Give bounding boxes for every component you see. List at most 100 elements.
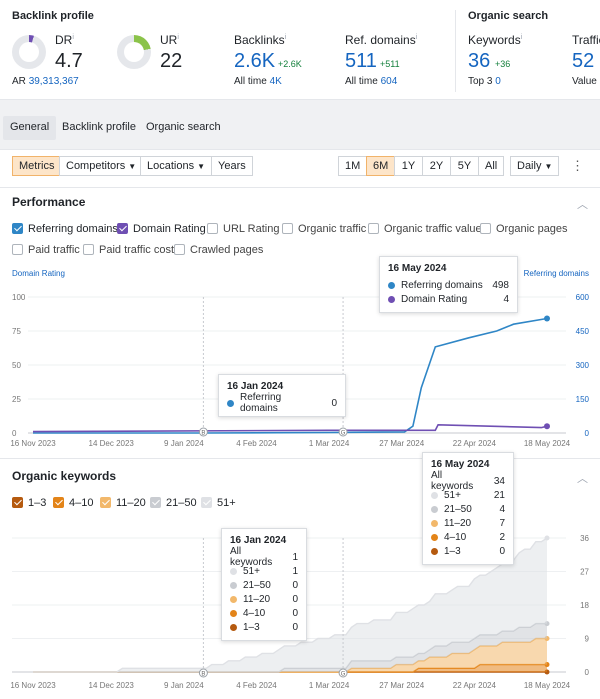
checkbox-icon xyxy=(117,223,128,234)
series-line-domain-rating xyxy=(32,423,548,433)
tab-general[interactable]: General xyxy=(3,116,57,140)
competitors-button[interactable]: Competitors ▼ xyxy=(59,156,144,176)
refdomains-delta: +511 xyxy=(380,59,400,69)
legend-4-10[interactable]: 4–10 xyxy=(53,497,93,511)
right-tick-label: 300 xyxy=(576,361,590,370)
series-dot-icon xyxy=(230,609,237,617)
tooltip-date: 16 May 2024 xyxy=(431,459,490,470)
interval-select[interactable]: Daily ▼ xyxy=(510,156,560,176)
tab-organic-search[interactable]: Organic search xyxy=(139,116,228,140)
checkbox-crawled-pages[interactable]: Crawled pages xyxy=(174,244,263,258)
ur-ring xyxy=(117,35,151,69)
x-tick-label: 16 Nov 2023 xyxy=(10,439,56,448)
ar-value[interactable]: 39,313,367 xyxy=(29,76,79,87)
backlinks-delta: +2.6K xyxy=(278,59,302,69)
checkbox-paid-traffic-cost[interactable]: Paid traffic cost xyxy=(83,244,174,258)
checkbox-organic-pages[interactable]: Organic pages xyxy=(480,223,568,237)
checkbox-organic-traffic-value[interactable]: Organic traffic value xyxy=(368,223,482,237)
right-tick-label: 18 xyxy=(580,601,589,610)
checkbox-icon xyxy=(150,497,161,508)
chevron-down-icon: ▼ xyxy=(197,162,206,171)
series-dot-icon xyxy=(431,533,438,541)
left-tick-label: 50 xyxy=(12,361,21,370)
backlinks-alltime: All time 4K xyxy=(234,76,282,87)
years-button[interactable]: Years xyxy=(211,156,253,176)
value-label: Value xyxy=(572,76,597,87)
metrics-button[interactable]: Metrics xyxy=(12,156,62,176)
checkbox-icon xyxy=(282,223,293,234)
keywords-delta: +36 xyxy=(495,59,511,69)
tooltip-row: Referring domains 498 xyxy=(388,278,509,292)
left-axis-title: Domain Rating xyxy=(12,269,65,278)
range-1m-button[interactable]: 1M xyxy=(338,156,367,176)
checkbox-paid-traffic[interactable]: Paid traffic xyxy=(12,244,80,258)
legend-51-plus[interactable]: 51+ xyxy=(201,497,236,511)
collapse-performance-icon[interactable]: ︿ xyxy=(577,196,588,212)
traffic-value[interactable]: 52 xyxy=(572,50,594,73)
checkbox-url-rating[interactable]: URL Rating xyxy=(207,223,279,237)
right-tick-label: 27 xyxy=(580,568,589,577)
tooltip-date: 16 Jan 2024 xyxy=(230,535,287,546)
annotation-label: G xyxy=(341,672,346,678)
report-tabs: General Backlink profile Organic search xyxy=(0,100,600,150)
backlinks-value[interactable]: 2.6K xyxy=(234,50,275,73)
tooltip-date: 16 May 2024 xyxy=(388,263,447,274)
range-1y-button[interactable]: 1Y xyxy=(394,156,423,176)
ur-label[interactable]: URi xyxy=(160,33,179,47)
annotation-label: B xyxy=(201,672,205,678)
keywords-value[interactable]: 36 xyxy=(468,50,490,73)
series-dot-icon xyxy=(431,505,438,513)
series-dot-icon xyxy=(431,519,438,527)
locations-button[interactable]: Locations ▼ xyxy=(140,156,213,176)
traffic-label[interactable]: Traffic xyxy=(572,33,600,47)
checkbox-icon xyxy=(480,223,491,234)
checkbox-icon xyxy=(12,244,23,255)
series-dot-icon xyxy=(230,623,237,631)
tooltip-row: 11–20 0 xyxy=(230,592,298,606)
right-tick-label: 150 xyxy=(576,395,590,404)
refdomains-value[interactable]: 511 xyxy=(345,50,377,73)
dr-value: 4.7 xyxy=(55,50,83,72)
checkbox-icon xyxy=(100,497,111,508)
ar-row: AR 39,313,367 xyxy=(12,76,79,87)
dr-label[interactable]: DRi xyxy=(55,33,74,47)
tab-backlink-profile[interactable]: Backlink profile xyxy=(55,116,143,140)
more-options-icon[interactable]: ⋮ xyxy=(571,158,584,174)
right-tick-label: 450 xyxy=(576,327,590,336)
checkbox-referring-domains[interactable]: Referring domains xyxy=(12,223,118,237)
right-tick-label: 9 xyxy=(585,635,590,644)
x-tick-label: 27 Mar 2024 xyxy=(379,681,424,690)
checkbox-icon xyxy=(174,244,185,255)
annotation-label: B xyxy=(201,431,205,437)
backlinks-label[interactable]: Backlinksi xyxy=(234,33,286,47)
x-tick-label: 4 Feb 2024 xyxy=(236,439,277,448)
x-tick-label: 18 May 2024 xyxy=(524,681,571,690)
keywords-label[interactable]: Keywordsi xyxy=(468,33,522,47)
legend-21-50[interactable]: 21–50 xyxy=(150,497,197,511)
legend-11-20[interactable]: 11–20 xyxy=(100,497,146,511)
legend-1-3[interactable]: 1–3 xyxy=(12,497,46,511)
top3-row: Top 3 0 xyxy=(468,76,501,87)
checkbox-icon xyxy=(368,223,379,234)
tooltip-date: 16 Jan 2024 xyxy=(227,381,284,392)
tooltip-row: 11–20 7 xyxy=(431,516,505,530)
checkbox-organic-traffic[interactable]: Organic traffic xyxy=(282,223,366,237)
collapse-keywords-icon[interactable]: ︿ xyxy=(577,470,588,486)
metrics-header: Backlink profile DRi 4.7 AR 39,313,367 U… xyxy=(0,0,600,100)
series-endpoint xyxy=(544,535,550,541)
x-tick-label: 9 Jan 2024 xyxy=(164,439,204,448)
organic-search-title: Organic search xyxy=(468,10,549,22)
range-5y-button[interactable]: 5Y xyxy=(450,156,479,176)
series-dot-icon xyxy=(230,581,237,589)
range-2y-button[interactable]: 2Y xyxy=(422,156,451,176)
refdomains-label[interactable]: Ref. domainsi xyxy=(345,33,417,47)
organic-keywords-title: Organic keywords xyxy=(12,469,117,483)
right-tick-label: 0 xyxy=(585,429,590,438)
range-all-button[interactable]: All xyxy=(478,156,504,176)
series-dot-icon xyxy=(431,547,438,555)
range-6m-button[interactable]: 6M xyxy=(366,156,395,176)
checkbox-domain-rating[interactable]: Domain Rating xyxy=(117,223,206,237)
dr-ring xyxy=(12,35,46,69)
chart-toolbar: Metrics Competitors ▼ Locations ▼ Years 1M… xyxy=(0,150,600,188)
tooltip-row: Domain Rating 4 xyxy=(388,292,509,306)
